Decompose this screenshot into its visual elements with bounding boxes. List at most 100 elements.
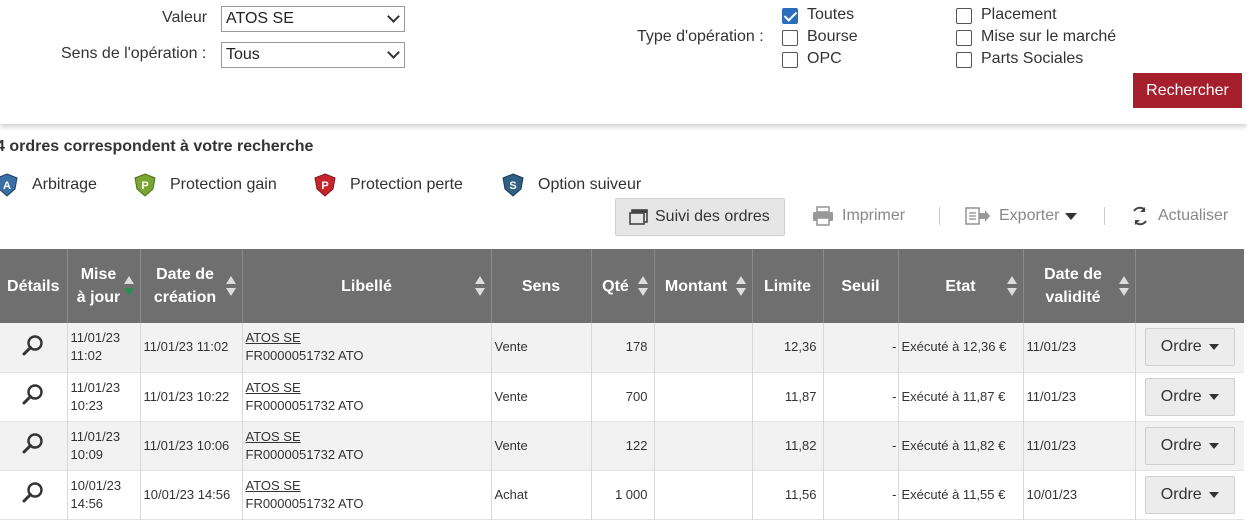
header-limite: Limite [752, 249, 824, 323]
montant-cell [654, 323, 753, 372]
shield-s-icon: S [502, 173, 524, 197]
libelle-code: FR0000051732 ATO [245, 495, 364, 511]
table-row: 11/01/23 10:23 11/01/23 10:22 ATOS SE FR00… [0, 372, 1244, 421]
ordre-dropdown-button[interactable]: Ordre [1144, 475, 1235, 514]
libelle-cell: ATOS SE FR0000051732 ATO [242, 372, 492, 421]
qte-cell: 700 [591, 372, 655, 421]
sort-icon[interactable] [123, 275, 134, 297]
header-details: Détails [0, 249, 68, 323]
limite-cell: 11,87 [752, 372, 824, 421]
checkbox-mise-sur-le-marche[interactable] [956, 30, 972, 46]
header-mise-a-jour[interactable]: Mise à jour [67, 249, 141, 323]
sort-icon[interactable] [637, 275, 648, 297]
sort-icon[interactable] [1118, 275, 1129, 297]
sens-select[interactable]: Tous [221, 42, 405, 68]
header-date-creation[interactable]: Date de création [140, 249, 243, 323]
action-cell: Ordre [1135, 421, 1244, 470]
checkbox-placement[interactable] [956, 8, 972, 24]
header-libelle[interactable]: Libellé [242, 249, 492, 323]
svg-text:A: A [3, 180, 11, 192]
valeur-label: Valeur [162, 9, 208, 26]
header-sens: Sens [491, 249, 592, 323]
chevron-down-icon [387, 46, 400, 59]
shield-p-icon: P [314, 173, 336, 197]
header-qte[interactable]: Qté [591, 249, 655, 323]
sort-icon[interactable] [474, 275, 485, 297]
mise-a-jour-cell: 11/01/23 10:23 [67, 372, 141, 421]
sens-cell: Vente [491, 323, 592, 372]
ordre-dropdown-button[interactable]: Ordre [1144, 377, 1235, 416]
exporter-button[interactable]: Exporter [965, 206, 1078, 226]
sort-icon[interactable] [735, 275, 746, 297]
imprimer-label: Imprimer [842, 207, 906, 224]
sort-icon[interactable] [1006, 275, 1017, 297]
table-row: 11/01/23 10:09 11/01/23 10:06 ATOS SE FR00… [0, 421, 1244, 470]
toolbar-divider [939, 207, 940, 225]
chevron-down-icon [387, 10, 400, 23]
valeur-select[interactable]: ATOS SE [221, 6, 405, 32]
qte-cell: 178 [591, 323, 655, 372]
legend-label: Protection perte [350, 176, 463, 193]
etat-cell: Exécuté à 11,55 € [898, 470, 1024, 519]
refresh-icon [1133, 206, 1147, 226]
limite-cell: 11,82 [752, 421, 824, 470]
libelle-cell: ATOS SE FR0000051732 ATO [242, 470, 492, 519]
details-cell[interactable] [0, 421, 68, 470]
etat-cell: Exécuté à 11,82 € [898, 421, 1024, 470]
details-cell[interactable] [0, 470, 68, 519]
montant-cell [654, 372, 753, 421]
libelle-link[interactable]: ATOS SE [246, 379, 488, 397]
valeur-value: ATOS SE [226, 10, 294, 27]
checkbox-parts-sociales[interactable] [956, 52, 972, 68]
checkbox-toutes[interactable] [782, 8, 798, 24]
export-icon [965, 207, 990, 225]
seuil-cell: - [823, 421, 899, 470]
date-validite-cell: 11/01/23 [1023, 323, 1136, 372]
magnifier-icon[interactable] [21, 333, 45, 357]
magnifier-icon[interactable] [21, 480, 45, 504]
actualiser-label: Actualiser [1158, 207, 1229, 224]
search-button[interactable]: Rechercher [1133, 73, 1242, 108]
seuil-cell: - [823, 470, 899, 519]
header-montant[interactable]: Montant [654, 249, 753, 323]
checkbox-label-mise-sur-le-marche: Mise sur le marché [981, 28, 1117, 45]
sort-icon[interactable] [225, 275, 236, 297]
seuil-cell: - [823, 323, 899, 372]
shield-a-icon: A [0, 173, 18, 197]
details-cell[interactable] [0, 372, 68, 421]
action-cell: Ordre [1135, 323, 1244, 372]
details-cell[interactable] [0, 323, 68, 372]
legend-label: Arbitrage [32, 176, 97, 193]
table-row: 11/01/23 11:02 11/01/23 11:02 ATOS SE FR00… [0, 323, 1244, 372]
checkbox-label-parts-sociales: Parts Sociales [981, 50, 1084, 67]
libelle-link[interactable]: ATOS SE [246, 428, 488, 446]
checkbox-opc[interactable] [782, 52, 798, 68]
limite-cell: 11,56 [752, 470, 824, 519]
magnifier-icon[interactable] [21, 431, 45, 455]
legend-protection-gain: P Protection gain [132, 172, 277, 198]
magnifier-icon[interactable] [21, 382, 45, 406]
ordre-dropdown-button[interactable]: Ordre [1144, 328, 1235, 367]
svg-text:P: P [141, 180, 148, 192]
libelle-link[interactable]: ATOS SE [246, 329, 488, 347]
sens-cell: Achat [491, 470, 592, 519]
suivi-des-ordres-label: Suivi des ordres [655, 208, 770, 225]
legend-arbitrage: A Arbitrage [0, 172, 97, 198]
header-etat[interactable]: Etat [898, 249, 1024, 323]
libelle-link[interactable]: ATOS SE [246, 477, 488, 495]
caret-down-icon [1208, 393, 1219, 400]
checkbox-bourse[interactable] [782, 30, 798, 46]
sens-value: Tous [226, 46, 260, 63]
etat-cell: Exécuté à 11,87 € [898, 372, 1024, 421]
header-date-validite[interactable]: Date de validité [1023, 249, 1136, 323]
imprimer-button[interactable]: Imprimer [812, 206, 905, 226]
sens-cell: Vente [491, 372, 592, 421]
actualiser-button[interactable]: Actualiser [1130, 206, 1228, 226]
date-creation-cell: 11/01/23 10:06 [140, 421, 243, 470]
window-icon [629, 209, 648, 225]
legend-option-suiveur: S Option suiveur [500, 172, 641, 198]
date-creation-cell: 11/01/23 10:22 [140, 372, 243, 421]
type-operation-label: Type d'opération : [637, 28, 764, 45]
suivi-des-ordres-button[interactable]: Suivi des ordres [615, 198, 785, 236]
ordre-dropdown-button[interactable]: Ordre [1144, 426, 1235, 465]
